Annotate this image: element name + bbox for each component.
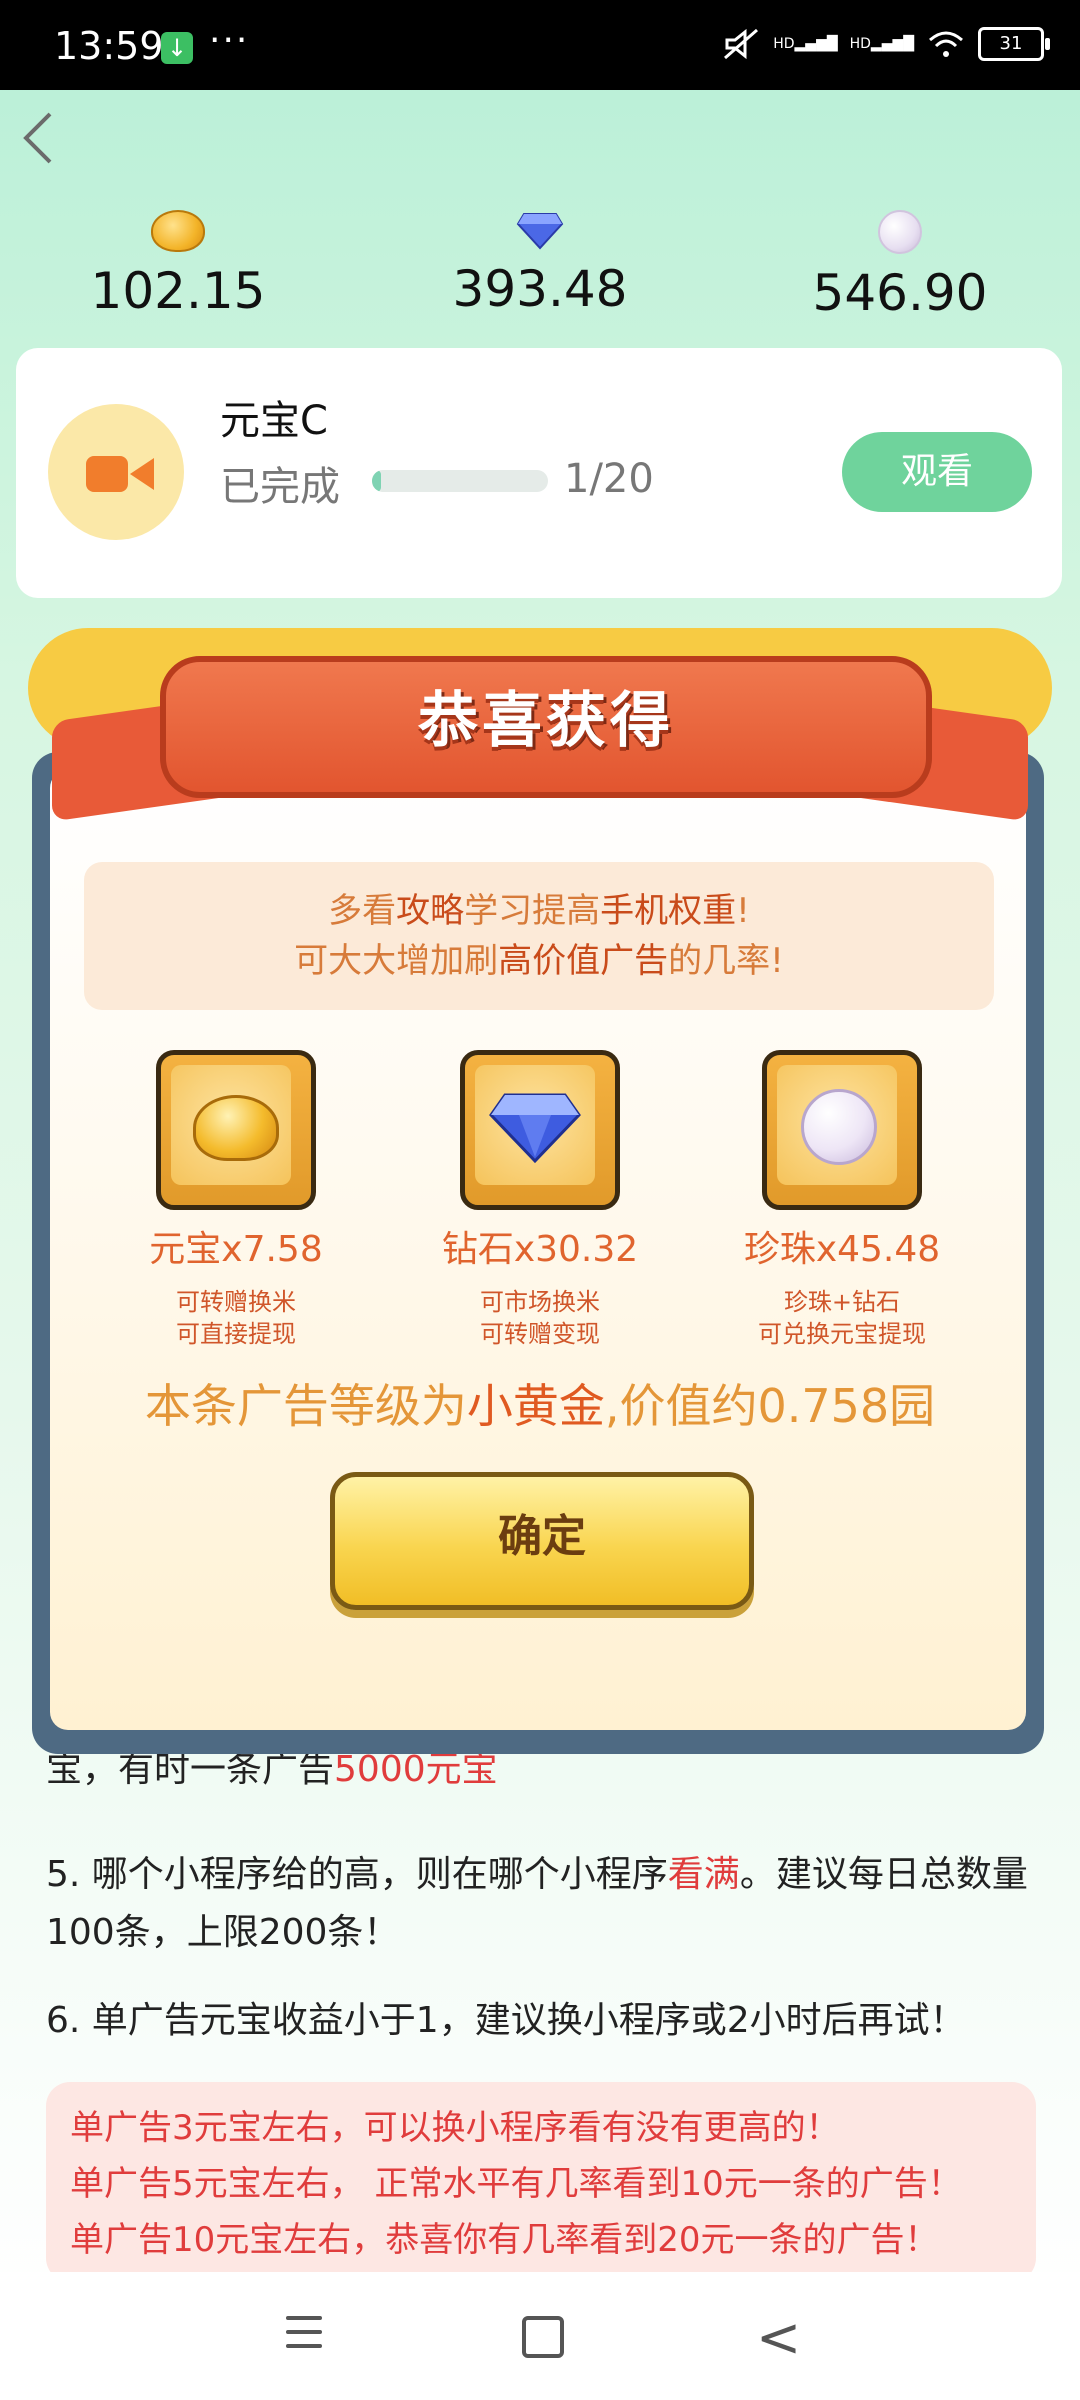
task-status: 已完成 [220,464,340,510]
reward-diamond-desc-2: 可转赠变现 [480,1320,600,1348]
status-icons: HD▂▄▆█ HD▂▄▆█ 31 [721,26,1050,62]
instruction-6: 6. 单广告元宝收益小于1，建议换小程序或2小时后再试！ [46,2000,966,2041]
menu-icon[interactable] [286,2316,322,2358]
notice-line-2: 可大大增加刷高价值广告的几率! [294,941,784,981]
ad-value-text: 本条广告等级为小黄金,价值约0.758园 [144,1379,936,1433]
diamond-icon [489,1093,581,1164]
back-button[interactable] [18,108,78,178]
confirm-button[interactable]: 确定 [330,1472,754,1610]
wifi-icon [929,31,963,57]
balance-gold-value: 102.15 [90,262,266,320]
pearl-icon [878,210,922,254]
reward-gold: 元宝x7.58 可转赠换米 可直接提现 [86,1050,386,1350]
mute-icon [724,28,759,60]
reward-pearl-desc-1: 珍珠+钻石 [783,1288,901,1316]
balance-diamond-value: 393.48 [452,260,628,318]
notice-line-1: 多看攻略学习提高手机权重! [328,891,750,931]
status-bar: 13:59 ↓ ··· HD▂▄▆█ HD▂▄▆█ 31 [0,0,1080,90]
reward-gold-box [156,1050,316,1210]
balance-pearl-value: 546.90 [812,264,988,322]
reward-diamond-desc-1: 可市场换米 [480,1288,600,1316]
tip-line: 单广告5元宝左右， 正常水平有几率看到10元一条的广告！ [70,2164,962,2204]
reward-gold-desc-2: 可直接提现 [176,1320,296,1348]
balance-diamond: 393.48 [390,210,690,318]
task-title: 元宝C [220,398,328,444]
dialog-notice: 多看攻略学习提高手机权重! 可大大增加刷高价值广告的几率! [84,862,994,1010]
system-nav-bar: < [0,2272,1080,2400]
reward-gold-label: 元宝x7.58 [149,1229,323,1270]
chevron-left-icon [23,112,52,164]
gold-ingot-icon [151,210,205,252]
instruction-5: 5. 哪个小程序给的高，则在哪个小程序看满。建议每日总数量100条，上限200条… [46,1854,1028,1953]
reward-diamond-label: 钻石x30.32 [441,1229,639,1270]
task-progress-count: 1/20 [564,456,654,502]
task-progress-fill [372,470,381,492]
back-icon[interactable]: < [756,2306,801,2369]
pearl-icon [801,1089,877,1165]
reward-pearl-desc-2: 可兑换元宝提现 [758,1320,926,1348]
watch-button[interactable]: 观看 [842,432,1032,512]
tip-line: 单广告10元宝左右，恭喜你有几率看到20元一条的广告！ [70,2220,939,2260]
gold-ingot-icon [193,1095,279,1161]
download-icon: ↓ [161,32,193,64]
home-icon[interactable] [522,2316,564,2358]
reward-pearl-label: 珍珠x45.48 [743,1229,941,1270]
signal-icon-2: HD▂▄▆█ [849,36,914,52]
video-camera-icon [48,404,184,540]
reward-pearl: 珍珠x45.48 珍珠+钻石 可兑换元宝提现 [692,1050,992,1350]
battery-icon: 31 [978,27,1050,61]
reward-diamond: 钻石x30.32 可市场换米 可转赠变现 [390,1050,690,1350]
task-progress-bar [372,470,548,492]
tip-line: 单广告3元宝左右，可以换小程序看有没有更高的！ [70,2108,840,2148]
reward-pearl-box [762,1050,922,1210]
status-time: 13:59 [54,24,164,68]
balance-pearl: 546.90 [750,210,1050,322]
task-card: 元宝C 已完成 1/20 观看 [16,348,1062,598]
tips-box: 单广告3元宝左右，可以换小程序看有没有更高的！ 单广告5元宝左右， 正常水平有几… [46,2082,1036,2282]
dialog-title: 恭喜获得 [160,656,932,798]
reward-diamond-box [460,1050,620,1210]
signal-icon: HD▂▄▆█ [773,36,838,52]
diamond-icon [516,213,564,250]
balance-gold: 102.15 [28,210,328,320]
more-notifications-icon: ··· [209,20,250,61]
reward-gold-desc-1: 可转赠换米 [176,1288,296,1316]
